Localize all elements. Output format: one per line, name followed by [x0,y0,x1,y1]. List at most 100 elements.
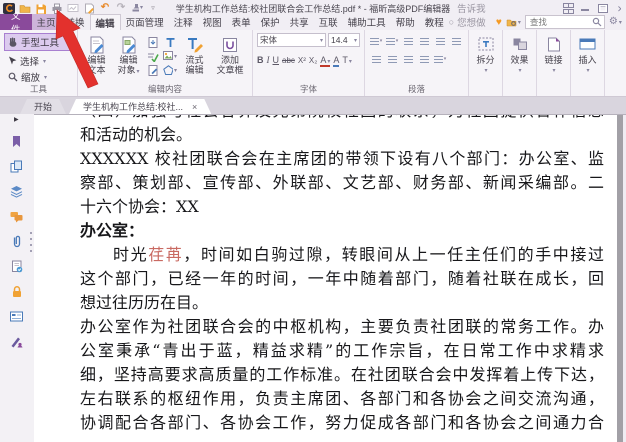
spell-check-icon[interactable] [146,50,160,62]
minimize-button[interactable] [581,9,589,11]
edit-text-button[interactable]: 编辑 文本 [82,33,111,84]
subscript-button[interactable]: X₂ [309,56,317,65]
add-article-box-button[interactable]: 添加 文章框 [212,33,248,84]
expand-panel-icon[interactable]: ▶ [14,116,19,123]
split-label: 拆分 [476,55,494,65]
edit-doc-icon[interactable] [146,64,160,76]
undo-icon[interactable]: ↶ [99,3,111,14]
bookmarks-icon[interactable] [10,134,24,149]
doc-line: 这个部门，已经一年的时间，一年中随着部门，随着社联在成长，回 [80,267,604,291]
effects-button[interactable]: 效果 ▾ [503,30,537,96]
open-file-icon[interactable] [19,3,31,14]
close-button[interactable]: ✕ [617,4,621,13]
numbered-list-button[interactable]: ▾ [385,35,399,47]
increase-indent-button[interactable] [385,53,399,65]
menu-tab-1[interactable]: 主页 [32,14,61,30]
select-tool-button[interactable]: 选择 ▾ [4,53,73,69]
align-center-button[interactable] [417,35,431,47]
search-icon[interactable] [592,17,602,27]
align-right-button[interactable] [433,35,447,47]
customize-qat-icon[interactable]: ▿ [147,3,159,14]
save-icon[interactable] [35,3,47,14]
menu-tab-4[interactable]: 页面管理 [121,14,169,30]
menu-tab-9[interactable]: 共享 [285,14,314,30]
document-tab[interactable]: 学生机构工作总结:校社... × [69,99,211,114]
layers-icon[interactable] [10,184,24,199]
doc-line: 时光荏苒，时间如白驹过隙，转眼间从上一任主任们的手中接过 [80,243,604,267]
align-center-icon [420,38,429,45]
split-button[interactable]: 拆分 ▾ [469,30,503,96]
menu-tab-12[interactable]: 帮助 [391,14,420,30]
window-controls: ✕ [563,3,623,14]
add-shape-icon[interactable]: ▾ [163,64,177,76]
favorite-heart-icon[interactable]: ♥ [496,17,502,28]
scan-icon[interactable] [67,3,79,14]
menu-tab-3[interactable]: 编辑 [90,14,121,30]
menu-tab-8[interactable]: 保护 [256,14,285,30]
paragraph-spacing-button[interactable]: ▾ [433,53,447,65]
edit-object-button[interactable]: 编辑 对象▾ [114,33,143,84]
settings-gear-icon[interactable]: ⚙▾ [609,17,622,27]
edit-mini-column-2: ▾ ▾ [163,33,177,84]
page-thumbnails-icon[interactable] [10,159,24,174]
menu-tab-10[interactable]: 互联 [314,14,343,30]
strikethrough-button[interactable]: abc [282,56,295,65]
char-spacing-button[interactable] [417,53,431,65]
char-spacing-button[interactable]: A [333,55,339,67]
decrease-indent-button[interactable] [369,53,383,65]
security-policy-icon[interactable] [10,259,24,274]
underline-button[interactable]: U [273,55,280,65]
attachments-icon[interactable] [10,234,24,249]
hand-tool-button[interactable]: 手型工具 [4,33,73,51]
add-image-icon[interactable]: ▾ [163,50,177,62]
start-tab[interactable]: 开始 [20,99,66,114]
font-name-select[interactable]: 宋体 ▾ [257,33,326,47]
search-input[interactable] [528,16,592,28]
align-left-button[interactable] [401,35,415,47]
panel-splitter-handle[interactable] [29,232,32,260]
signature-icon[interactable] [10,334,24,349]
font-size-select[interactable]: 14.4 ▾ [328,33,360,47]
form-fields-icon[interactable] [10,309,24,324]
close-tab-icon[interactable]: × [192,102,197,112]
document-viewport[interactable]: （四）加强与社会各界及兄弟院校社团的联系，为社团提供合作信息和活动的机会。XXX… [34,114,626,442]
insert-button[interactable]: 插入 ▾ [571,30,605,96]
font-group: 宋体 ▾ 14.4 ▾ B I U abc X² X₂ A▾ A T▾ 字体 [253,30,365,96]
line-spacing-button[interactable] [401,53,415,65]
caret-down-icon: ▾ [538,67,570,74]
effects-icon [503,35,536,53]
file-menu-button[interactable]: 文件 [0,14,32,30]
edit-text-icon [88,35,106,55]
italic-button[interactable]: I [267,55,270,65]
tell-me-icon: ○ [449,17,454,27]
doc-line: 想过往历历在目。 [80,291,604,315]
font-color-button[interactable]: A▾ [320,55,330,67]
comments-icon[interactable] [10,209,24,224]
menu-tab-6[interactable]: 视图 [198,14,227,30]
menu-tab-7[interactable]: 表单 [227,14,256,30]
layout-icon[interactable] [563,3,572,14]
link-button[interactable]: 链接 ▾ [537,30,571,96]
redo-icon[interactable]: ↷ [115,3,127,14]
print-icon[interactable] [51,3,63,14]
menu-tab-13[interactable]: 教程 [420,14,449,30]
search-folder-icon[interactable]: ▾ [506,18,521,27]
menu-tab-11[interactable]: 辅助工具 [343,14,391,30]
align-justify-button[interactable] [449,35,463,47]
menu-tab-5[interactable]: 注释 [169,14,198,30]
bold-button[interactable]: B [257,55,264,65]
flow-edit-button[interactable]: 流式 编辑 [180,33,209,84]
add-text-icon[interactable] [163,36,177,48]
bullet-list-button[interactable]: ▾ [369,35,383,47]
protect-lock-icon[interactable] [10,284,24,299]
text-scale-button[interactable]: T▾ [342,55,352,65]
menu-tab-2[interactable]: 转换 [61,14,90,30]
tools-group-label: 工具 [0,83,77,95]
export-text-icon[interactable] [146,36,160,48]
caret-down-icon: ▾ [572,67,604,74]
create-pdf-icon[interactable] [83,3,95,14]
maximize-button[interactable] [598,4,608,13]
main-area: ▶ （四）加强与社会各界及兄弟院校社团的联系，为社团提供合作信息和活动的机会。X… [0,114,626,442]
superscript-button[interactable]: X² [298,56,306,65]
stamp-tool-icon[interactable]: ▾ [131,3,143,14]
